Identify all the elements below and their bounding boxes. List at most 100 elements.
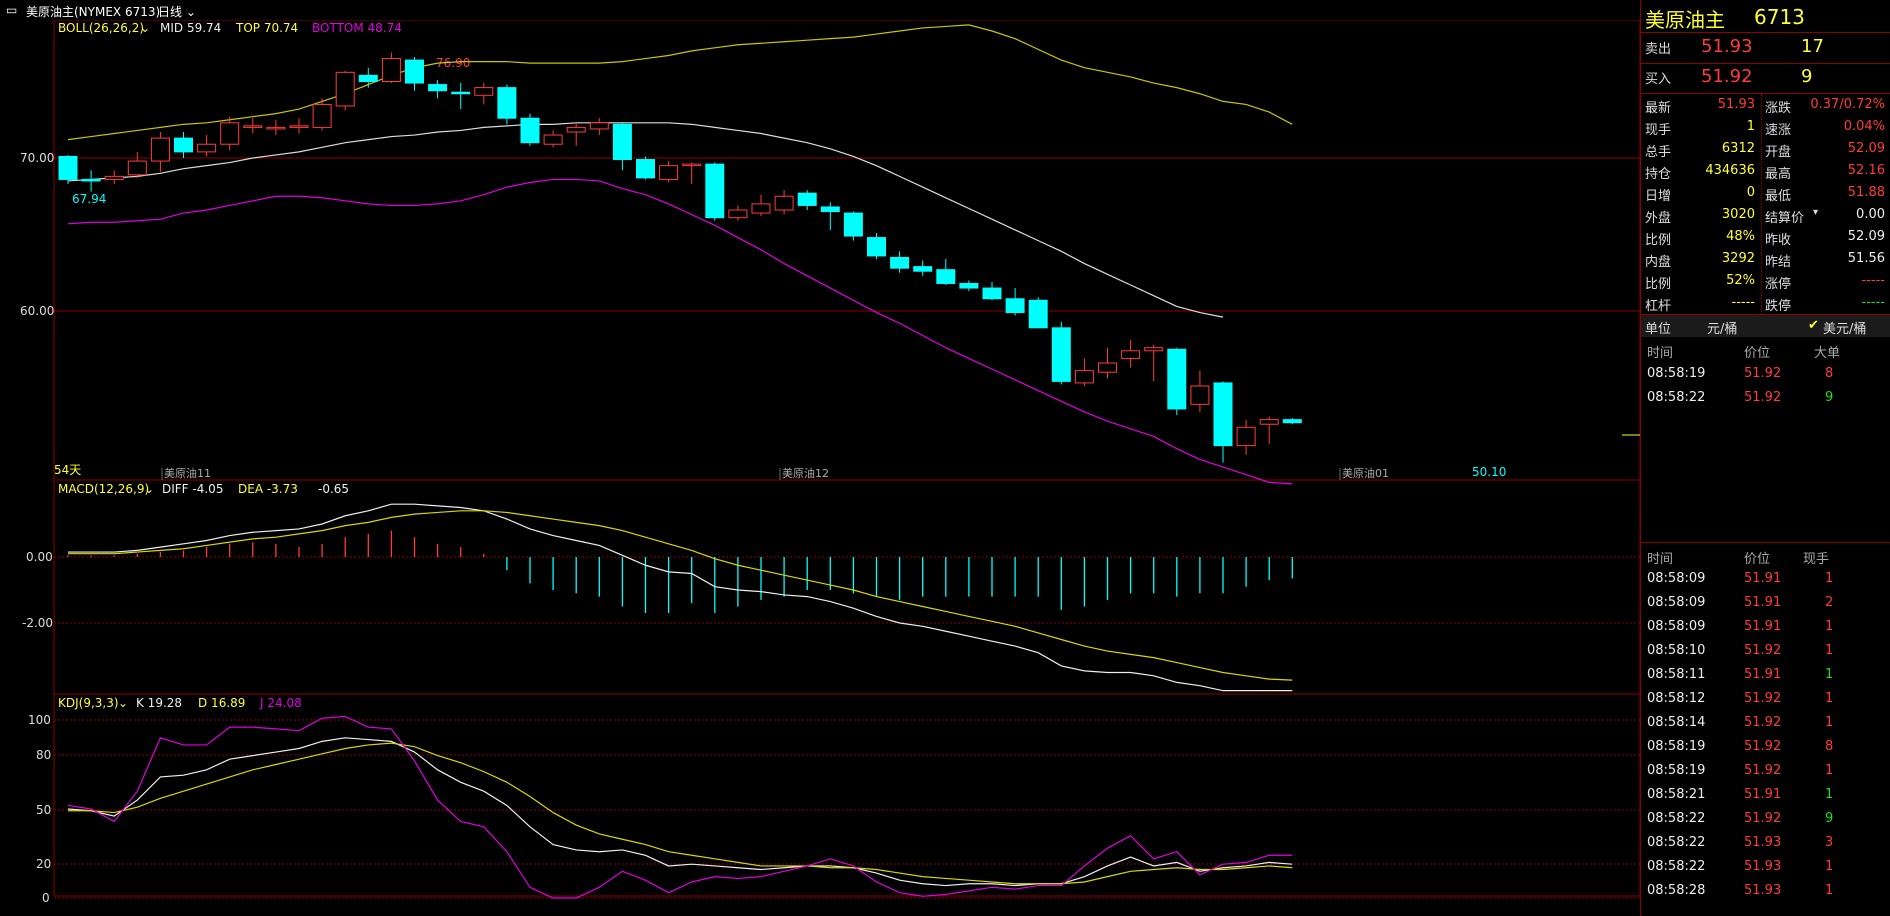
kdj-label: KDJ(9,3,3) bbox=[58, 696, 119, 710]
stat-value: 48% bbox=[1726, 229, 1755, 244]
tick-price: 51.92 bbox=[1744, 643, 1782, 658]
stat-row: 最新 51.93 涨跌 0.37/0.72% bbox=[1641, 94, 1890, 116]
bid-volume: 9 bbox=[1801, 66, 1813, 87]
kdj-k: K 19.28 bbox=[136, 696, 182, 710]
unit-label: 单位 bbox=[1645, 322, 1672, 337]
stat-row: 比例 48% 昨收 52.09 bbox=[1641, 226, 1890, 248]
kdj-d: D 16.89 bbox=[198, 696, 245, 710]
bigorder-header-time: 时间 bbox=[1647, 346, 1674, 361]
tick-price: 51.93 bbox=[1744, 859, 1782, 874]
stat-label: 昨结 bbox=[1765, 255, 1792, 270]
bigorder-row[interactable]: 08:58:19 51.92 8 bbox=[1641, 362, 1890, 386]
tick-volume: 3 bbox=[1825, 835, 1834, 850]
kdj-j: J 24.08 bbox=[259, 696, 302, 710]
bigorder-price: 51.92 bbox=[1744, 366, 1782, 381]
stat-value: 51.56 bbox=[1847, 251, 1885, 266]
stat-value: 51.93 bbox=[1717, 97, 1755, 112]
ask-row: 卖出 51.93 17 bbox=[1641, 36, 1890, 58]
candle-body bbox=[1144, 347, 1164, 352]
candle-body bbox=[243, 125, 263, 128]
candle-body bbox=[612, 123, 632, 161]
bid-price: 51.92 bbox=[1701, 66, 1753, 87]
stat-value: 0.37/0.72% bbox=[1810, 97, 1885, 112]
stat-value: 52.16 bbox=[1847, 163, 1885, 178]
title-bar: ▭ 美原油主(NYMEX 6713) 日线 ⌄ bbox=[0, 0, 1640, 20]
candle-body bbox=[312, 103, 332, 128]
tick-volume: 9 bbox=[1825, 811, 1834, 826]
tick-time: 08:58:09 bbox=[1647, 619, 1706, 634]
candle-body bbox=[566, 126, 586, 133]
stat-row: 持仓 434636 最高 52.16 bbox=[1641, 160, 1890, 182]
tick-volume: 1 bbox=[1825, 619, 1834, 634]
tick-row: 08:58:21 51.91 1 bbox=[1641, 783, 1890, 807]
bigorder-size: 8 bbox=[1825, 366, 1834, 381]
quote-name: 美原油主 bbox=[1645, 8, 1725, 32]
tick-header-time: 时间 bbox=[1647, 552, 1674, 567]
candle-body bbox=[1005, 298, 1025, 314]
tick-row: 08:58:09 51.91 2 bbox=[1641, 591, 1890, 615]
candle-body bbox=[58, 155, 78, 180]
stat-label: 比例 bbox=[1645, 277, 1672, 292]
tick-time: 08:58:21 bbox=[1647, 787, 1706, 802]
stat-label: 最新 bbox=[1645, 101, 1672, 116]
tick-volume: 2 bbox=[1825, 595, 1834, 610]
candle-body bbox=[913, 266, 933, 272]
candle-body bbox=[890, 256, 910, 269]
tick-time: 08:58:22 bbox=[1647, 859, 1706, 874]
contract-label-01: 美原油01 bbox=[1342, 466, 1389, 480]
tick-row: 08:58:19 51.92 8 bbox=[1641, 735, 1890, 759]
stat-value: 52% bbox=[1726, 273, 1755, 288]
tick-price: 51.93 bbox=[1744, 835, 1782, 850]
contract-label-11: 美原油11 bbox=[164, 466, 211, 480]
stat-value: 434636 bbox=[1705, 163, 1755, 178]
tick-price: 51.92 bbox=[1744, 715, 1782, 730]
tick-time: 08:58:11 bbox=[1647, 667, 1706, 682]
candle-body bbox=[1121, 350, 1141, 359]
stat-value: 0.04% bbox=[1843, 119, 1885, 134]
kdj-chevron-icon: ⌄ bbox=[118, 696, 128, 710]
candle-body bbox=[982, 287, 1002, 300]
tick-volume: 1 bbox=[1825, 859, 1834, 874]
candle-body bbox=[1074, 370, 1094, 384]
stat-row: 内盘 3292 昨结 51.56 bbox=[1641, 248, 1890, 270]
kdj-j-line bbox=[67, 715, 1293, 899]
stat-label: 开盘 bbox=[1765, 145, 1792, 160]
minimize-icon[interactable]: ▭ bbox=[6, 3, 17, 17]
candle-body bbox=[636, 159, 655, 179]
boll-top: TOP 70.74 bbox=[235, 21, 298, 35]
stat-label: 杠杆 bbox=[1645, 299, 1672, 314]
tick-volume: 1 bbox=[1825, 643, 1834, 658]
tick-price: 51.91 bbox=[1744, 571, 1782, 586]
unit-usd-toggle[interactable]: 美元/桶 bbox=[1823, 318, 1866, 337]
tick-price: 51.92 bbox=[1744, 811, 1782, 826]
boll-chevron-icon: ⌄ bbox=[140, 21, 150, 35]
tick-volume: 1 bbox=[1825, 787, 1834, 802]
stat-label: 最高 bbox=[1765, 167, 1792, 182]
boll-mid: MID 59.74 bbox=[160, 21, 221, 35]
stat-label: 涨停 bbox=[1765, 277, 1792, 292]
tick-header: 时间 价位 现手 bbox=[1641, 544, 1890, 568]
tick-volume: 1 bbox=[1825, 691, 1834, 706]
ask-label: 卖出 bbox=[1645, 42, 1672, 57]
chart-area[interactable]: 70.00 60.00 0.00 -2.00 100 80 50 20 0 BO… bbox=[0, 20, 1640, 916]
kline-chart[interactable]: 70.00 60.00 0.00 -2.00 100 80 50 20 0 BO… bbox=[0, 20, 1640, 916]
unit-cny-toggle[interactable]: 元/桶 bbox=[1707, 318, 1737, 337]
candle-body bbox=[81, 178, 101, 182]
candle-body bbox=[266, 126, 286, 130]
bigorder-row[interactable]: 08:58:22 51.92 9 bbox=[1641, 386, 1890, 410]
macd-dea-line bbox=[68, 510, 1293, 681]
stat-value: 3292 bbox=[1721, 251, 1755, 266]
tick-header-volume: 现手 bbox=[1803, 552, 1830, 567]
candle-body bbox=[174, 137, 193, 153]
tick-time: 08:58:19 bbox=[1647, 763, 1706, 778]
stat-value: ----- bbox=[1861, 273, 1885, 288]
tick-volume: 1 bbox=[1825, 667, 1834, 682]
chevron-down-icon: ⌄ bbox=[182, 5, 196, 19]
candle-body bbox=[150, 137, 170, 162]
bigorder-header-size: 大单 bbox=[1814, 346, 1841, 361]
tick-price: 51.91 bbox=[1744, 619, 1782, 634]
period-selector[interactable]: 日线 ⌄ bbox=[158, 3, 196, 20]
settlement-dropdown-icon[interactable]: ▾ bbox=[1813, 207, 1818, 218]
tick-row: 08:58:22 51.93 3 bbox=[1641, 831, 1890, 855]
quote-code: 6713 bbox=[1754, 5, 1805, 29]
